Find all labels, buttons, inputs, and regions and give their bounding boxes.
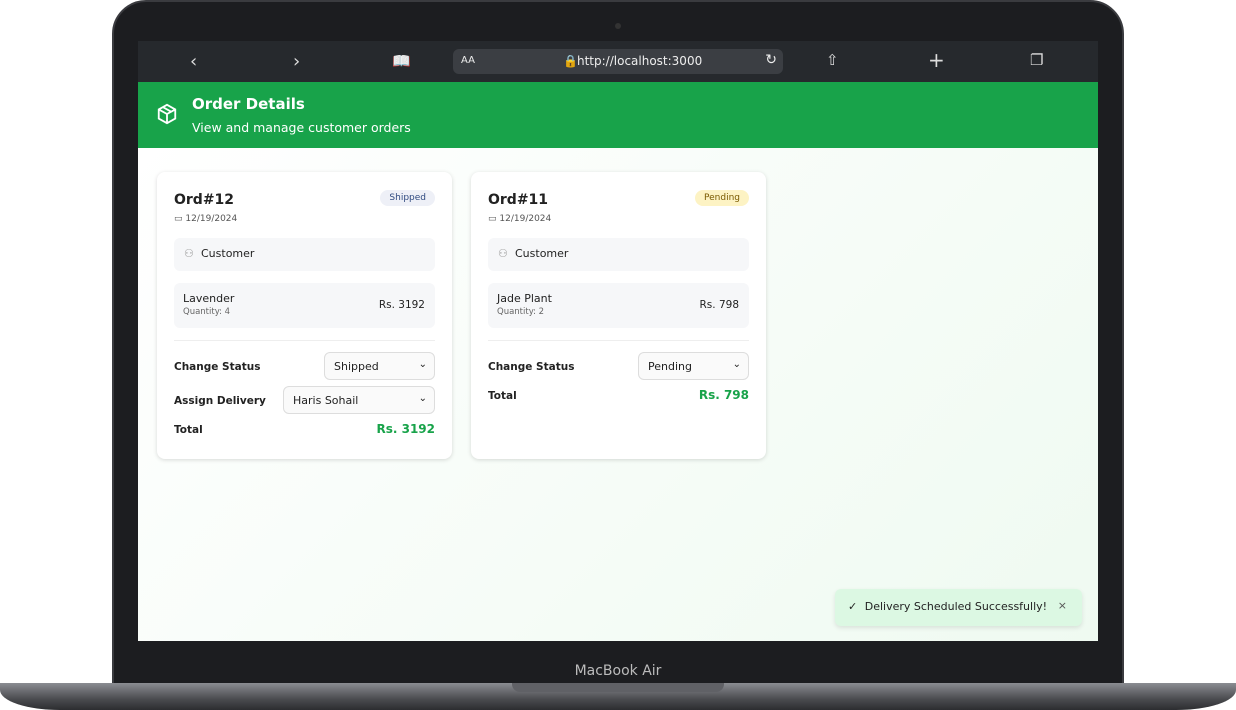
lock-icon: 🔒 — [563, 54, 578, 68]
item-price: Rs. 3192 — [378, 299, 425, 311]
page-title: Order Details — [192, 95, 305, 113]
divider — [174, 340, 435, 341]
forward-icon[interactable]: › — [293, 51, 300, 72]
page-subtitle: View and manage customer orders — [192, 120, 411, 135]
check-circle-icon: ✓ — [848, 600, 858, 613]
change-status-label: Change Status — [488, 361, 575, 373]
delivery-value: Haris Sohail — [293, 394, 359, 407]
status-badge: Pending — [695, 190, 749, 206]
total-label: Total — [488, 390, 517, 402]
share-icon[interactable]: ⇧ — [826, 51, 839, 69]
status-select[interactable]: Shipped ⌄ — [324, 352, 435, 380]
tabs-icon[interactable]: ❐ — [1030, 51, 1043, 69]
total-label: Total — [174, 424, 203, 436]
page-header: Order Details View and manage customer o… — [138, 82, 1098, 148]
order-card: Ord#12 Shipped ▭ 12/19/2024 ⚇ Customer La… — [157, 172, 452, 459]
user-icon: ⚇ — [498, 247, 508, 260]
browser-toolbar: ‹ › 📖 AA 🔒 http://localhost:3000 ↻ ⇧ + ❐ — [138, 41, 1098, 82]
package-icon — [156, 102, 178, 130]
item-price: Rs. 798 — [699, 299, 739, 311]
divider — [488, 340, 749, 341]
change-status-label: Change Status — [174, 361, 261, 373]
calendar-icon: ▭ — [488, 214, 497, 224]
new-tab-icon[interactable]: + — [928, 48, 945, 72]
orders-grid: Ord#12 Shipped ▭ 12/19/2024 ⚇ Customer La… — [138, 148, 1098, 641]
order-item: Lavender Quantity: 4 Rs. 3192 — [174, 283, 435, 328]
user-icon: ⚇ — [184, 247, 194, 260]
status-value: Shipped — [334, 360, 379, 373]
status-badge: Shipped — [380, 190, 435, 206]
order-id: Ord#12 — [174, 192, 235, 208]
customer-name: Customer — [201, 247, 255, 260]
bookmarks-icon[interactable]: 📖 — [392, 52, 411, 70]
reload-icon[interactable]: ↻ — [765, 52, 777, 68]
url-text: http://localhost:3000 — [577, 54, 703, 68]
toast-message: Delivery Scheduled Successfully! — [864, 600, 1048, 613]
order-date: 12/19/2024 — [185, 214, 238, 224]
order-id: Ord#11 — [488, 192, 549, 208]
assign-delivery-label: Assign Delivery — [174, 395, 266, 407]
address-bar[interactable]: AA 🔒 http://localhost:3000 ↻ — [453, 49, 783, 74]
total-value: Rs. 3192 — [376, 422, 435, 436]
status-value: Pending — [648, 360, 692, 373]
order-item: Jade Plant Quantity: 2 Rs. 798 — [488, 283, 749, 328]
toast-notification: ✓ Delivery Scheduled Successfully! × — [835, 589, 1082, 626]
back-icon[interactable]: ‹ — [190, 51, 197, 72]
screen: ‹ › 📖 AA 🔒 http://localhost:3000 ↻ ⇧ + ❐… — [138, 41, 1098, 641]
laptop-notch — [512, 683, 724, 692]
order-card: Ord#11 Pending ▭ 12/19/2024 ⚇ Customer Ja… — [471, 172, 766, 459]
total-value: Rs. 798 — [698, 388, 749, 402]
delivery-select[interactable]: Haris Sohail ⌄ — [283, 386, 435, 414]
chevron-down-icon: ⌄ — [418, 359, 427, 370]
camera — [615, 23, 621, 29]
chevron-down-icon: ⌄ — [732, 359, 741, 370]
order-date: 12/19/2024 — [499, 214, 552, 224]
status-select[interactable]: Pending ⌄ — [638, 352, 749, 380]
reader-button[interactable]: AA — [461, 55, 475, 66]
calendar-icon: ▭ — [174, 214, 183, 224]
close-icon[interactable]: × — [1058, 599, 1067, 612]
customer-name: Customer — [515, 247, 569, 260]
chevron-down-icon: ⌄ — [418, 393, 427, 404]
device-label: MacBook Air — [574, 663, 662, 679]
